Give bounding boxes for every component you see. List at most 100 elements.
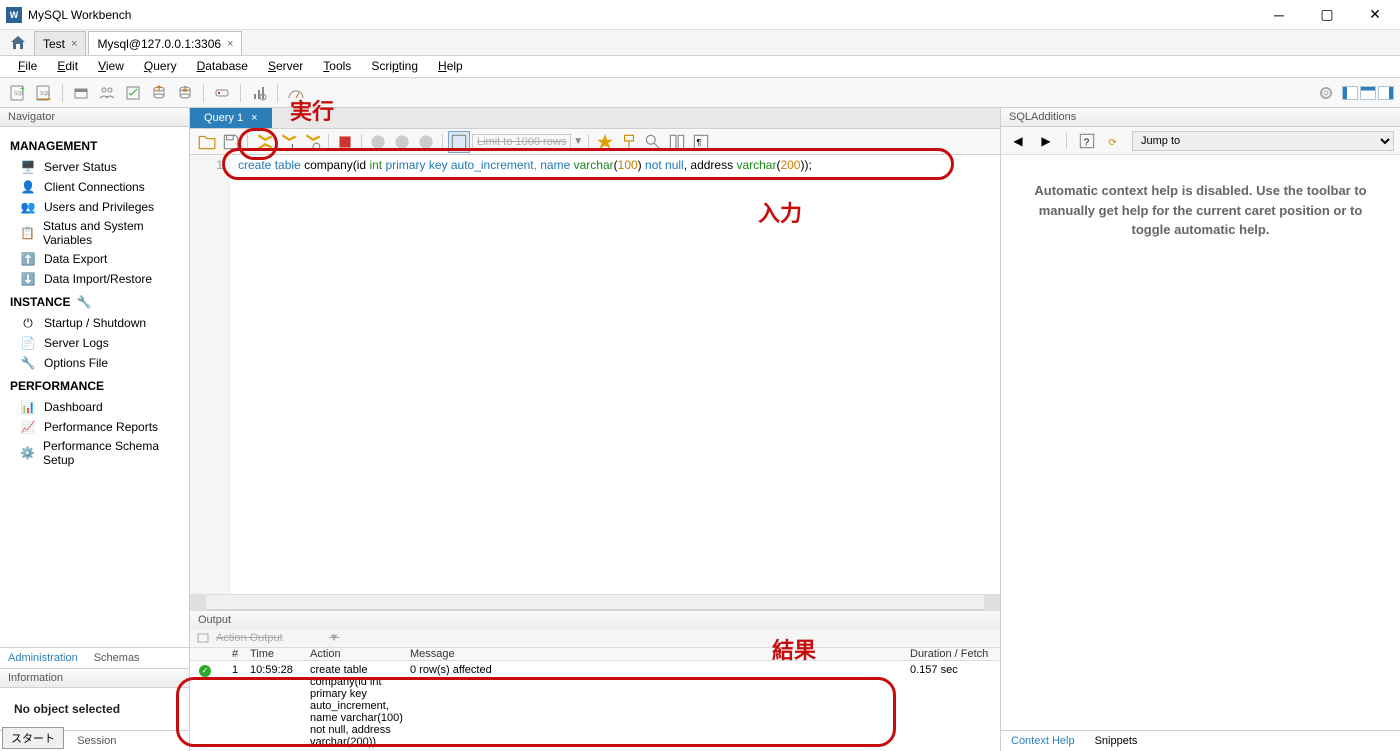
tab-snippets[interactable]: Snippets (1085, 731, 1148, 751)
col-time: Time (250, 648, 310, 660)
explain-icon[interactable] (301, 131, 323, 153)
commit-icon[interactable] (367, 131, 389, 153)
execute-icon[interactable] (253, 131, 275, 153)
maximize-button[interactable]: ▢ (1304, 1, 1350, 29)
layout-right-icon[interactable] (1378, 86, 1394, 100)
svg-text:I: I (291, 143, 293, 150)
nav-forward-icon[interactable]: ▶ (1035, 130, 1057, 152)
col-action: Action (310, 648, 410, 660)
sidebar-item-options-file[interactable]: 🔧Options File (0, 353, 189, 373)
performance-heading: PERFORMANCE (0, 373, 189, 397)
sidebar-item-data-import[interactable]: ⬇️Data Import/Restore (0, 269, 189, 289)
jump-to-select[interactable]: Jump to (1132, 131, 1394, 151)
save-icon[interactable] (220, 131, 242, 153)
sidebar-item-status-variables[interactable]: 📋Status and System Variables (0, 217, 189, 249)
context-help-body: Automatic context help is disabled. Use … (1001, 155, 1400, 730)
limit-select[interactable]: Limit to 1000 rows (472, 134, 571, 150)
dashboard-icon[interactable] (284, 81, 308, 105)
sidebar-item-perf-reports[interactable]: 📈Performance Reports (0, 417, 189, 437)
svg-text:¶: ¶ (697, 137, 702, 147)
auto-help-icon[interactable]: ⟳ (1104, 130, 1126, 152)
output-row[interactable]: ✓ 1 10:59:28 create table company(id int… (190, 661, 1000, 751)
status-icon[interactable] (121, 81, 145, 105)
menu-help[interactable]: Help (428, 56, 473, 77)
menu-edit[interactable]: Edit (47, 56, 88, 77)
menu-database[interactable]: Database (187, 56, 258, 77)
query-stats-icon[interactable] (247, 81, 271, 105)
beautify-icon[interactable] (594, 131, 616, 153)
menu-tools[interactable]: Tools (313, 56, 361, 77)
close-icon[interactable]: × (251, 112, 257, 124)
menu-scripting[interactable]: Scripting (361, 56, 428, 77)
options-icon: 🔧 (20, 355, 36, 371)
tab-mysql-connection[interactable]: Mysql@127.0.0.1:3306 × (88, 31, 242, 55)
layout-left-icon[interactable] (1342, 86, 1358, 100)
help-icon[interactable]: ? (1076, 130, 1098, 152)
invisible-chars-icon[interactable]: ¶ (690, 131, 712, 153)
schema-icon: ⚙️ (20, 445, 35, 461)
sidebar-item-startup[interactable]: ⏻Startup / Shutdown (0, 313, 189, 333)
output-title: Output (190, 611, 1000, 629)
find-icon[interactable] (618, 131, 640, 153)
open-file-icon[interactable] (196, 131, 218, 153)
menu-server[interactable]: Server (258, 56, 313, 77)
sidebar-item-server-status[interactable]: 🖥️Server Status (0, 157, 189, 177)
home-button[interactable] (4, 31, 32, 55)
info-body: No object selected (0, 688, 189, 730)
stop-server-icon[interactable] (210, 81, 234, 105)
layout-bottom-icon[interactable] (1360, 86, 1376, 100)
startup-icon: ⏻ (20, 315, 36, 331)
instance-icon: 🔧 (76, 295, 91, 309)
open-sql-icon[interactable]: SQL (32, 81, 56, 105)
dashboard-icon: 📊 (20, 399, 36, 415)
scrollbar-horizontal[interactable] (190, 594, 1000, 610)
sidebar-item-client-connections[interactable]: 👤Client Connections (0, 177, 189, 197)
wrap-icon[interactable] (666, 131, 688, 153)
editor-tab-query1[interactable]: Query 1 × (190, 108, 272, 128)
rollback-icon[interactable] (391, 131, 413, 153)
start-button[interactable]: スタート (2, 727, 64, 749)
minimize-button[interactable]: ─ (1256, 1, 1302, 29)
tab-label: Mysql@127.0.0.1:3306 (97, 37, 221, 51)
sidebar-item-dashboard[interactable]: 📊Dashboard (0, 397, 189, 417)
app-title: MySQL Workbench (28, 8, 131, 22)
sidebar-item-perf-schema[interactable]: ⚙️Performance Schema Setup (0, 437, 189, 469)
tab-schemas[interactable]: Schemas (86, 648, 148, 668)
close-icon[interactable]: × (71, 38, 77, 50)
menu-file[interactable]: File (8, 56, 47, 77)
search-icon[interactable] (642, 131, 664, 153)
sidebar-item-data-export[interactable]: ⬆️Data Export (0, 249, 189, 269)
tab-session[interactable]: Session (69, 731, 124, 751)
settings-icon[interactable] (1314, 81, 1338, 105)
sqladditions-title: SQLAdditions (1001, 108, 1400, 127)
users-icon[interactable] (95, 81, 119, 105)
menu-view[interactable]: View (88, 56, 134, 77)
svg-text:+: + (20, 84, 25, 93)
tab-context-help[interactable]: Context Help (1001, 731, 1085, 751)
new-sql-tab-icon[interactable]: SQL+ (6, 81, 30, 105)
stop-icon[interactable] (334, 131, 356, 153)
sidebar-item-server-logs[interactable]: 📄Server Logs (0, 333, 189, 353)
navigator-title: Navigator (0, 108, 189, 127)
output-selector[interactable]: Action Output ▼ (190, 629, 1000, 648)
data-export-icon: ⬆️ (20, 251, 36, 267)
close-icon[interactable]: × (227, 38, 233, 50)
limit-toggle-icon[interactable] (448, 131, 470, 153)
execute-cursor-icon[interactable]: I (277, 131, 299, 153)
client-connections-icon: 👤 (20, 179, 36, 195)
server-status-icon: 🖥️ (20, 159, 36, 175)
nav-back-icon[interactable]: ◀ (1007, 130, 1029, 152)
close-button[interactable]: ✕ (1352, 1, 1398, 29)
svg-text:⟳: ⟳ (1108, 137, 1117, 148)
col-duration: Duration / Fetch (910, 648, 1000, 660)
autocommit-icon[interactable] (415, 131, 437, 153)
tab-administration[interactable]: Administration (0, 648, 86, 668)
menu-query[interactable]: Query (134, 56, 187, 77)
sidebar-item-users-privileges[interactable]: 👥Users and Privileges (0, 197, 189, 217)
import-icon[interactable] (173, 81, 197, 105)
sql-editor[interactable]: create table company(id int primary key … (230, 155, 1000, 594)
inspector-icon[interactable] (69, 81, 93, 105)
export-icon[interactable] (147, 81, 171, 105)
success-icon: ✓ (199, 665, 211, 677)
tab-test[interactable]: Test × (34, 31, 86, 55)
